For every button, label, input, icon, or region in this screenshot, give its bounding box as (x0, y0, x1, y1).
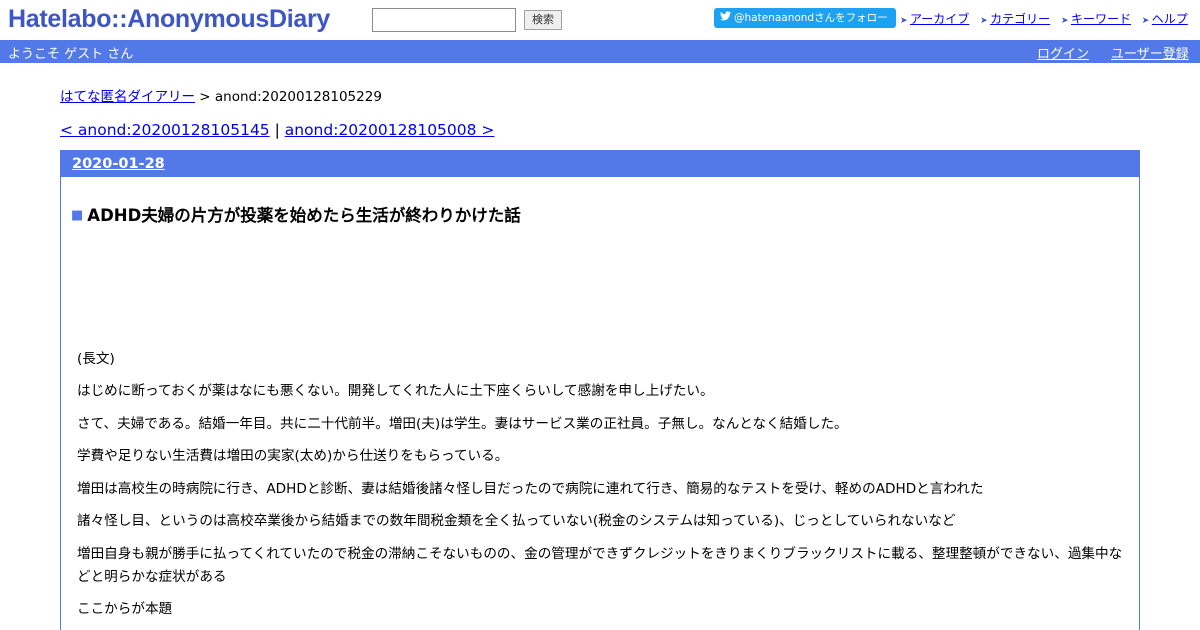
twitter-bird-icon (720, 8, 734, 28)
pager-separator: | (269, 121, 285, 139)
register-link[interactable]: ユーザー登録 (1111, 43, 1189, 62)
entry-paragraph: 増田自身も親が勝手に払ってくれていたので税金の滞納こそないものの、金の管理ができ… (77, 546, 1123, 585)
entry-paragraph: 増田は高校生の時病院に行き、ADHDと診断、妻は結婚後諸々怪し目だったので病院に… (77, 481, 984, 497)
day-section: 2020-01-28 ■ ADHD夫婦の片方が投薬を始めたら生活が終わりかけた話 … (60, 150, 1140, 630)
login-link[interactable]: ログイン (1037, 43, 1089, 62)
welcome-text: ようこそ ゲスト さん (8, 47, 134, 62)
prev-entry-link[interactable]: < anond:20200128105145 (60, 121, 270, 139)
day-header: 2020-01-28 (61, 151, 1139, 177)
breadcrumb-current: anond:20200128105229 (214, 89, 382, 105)
breadcrumb: はてな匿名ダイアリー > anond:20200128105229 (60, 85, 382, 105)
nav-item-archive: ➤ アーカイブ (900, 10, 969, 27)
user-bar: ようこそ ゲスト さん ログイン ユーザー登録 (0, 40, 1200, 63)
nav-link-help[interactable]: ヘルプ (1152, 12, 1188, 26)
follow-button-label: @hatenaanondさんをフォロー (734, 12, 888, 24)
entry-paragraph: さて、夫婦である。結婚一年目。共に二十代前半。増田(夫)は学生。妻はサービス業の… (77, 416, 848, 432)
entry-paragraph: 学費や足りない生活費は増田の実家(太め)から仕送りをもらっている。 (77, 448, 509, 464)
top-navigation: ➤ アーカイブ ➤ カテゴリー ➤ キーワード ➤ ヘルプ (900, 10, 1188, 27)
chevron-right-icon: ➤ (1060, 16, 1069, 26)
nav-item-keyword: ➤ キーワード (1061, 10, 1131, 27)
entry-paragraph: はじめに断っておくが薬はなにも悪くない。開発してくれた人に土下座くらいして感謝を… (77, 383, 714, 399)
search-input[interactable] (372, 8, 516, 32)
search-button[interactable]: 検索 (524, 10, 562, 30)
entry-paragraph: (長文) (77, 351, 115, 367)
date-link[interactable]: 2020-01-28 (72, 156, 165, 172)
twitter-follow-button[interactable]: @hatenaanondさんをフォロー (714, 8, 896, 28)
site-header: Hatelabo::AnonymousDiary 検索 @hatenaanond… (0, 0, 1200, 40)
chevron-right-icon: ➤ (1141, 16, 1150, 26)
breadcrumb-separator: > (195, 89, 215, 105)
chevron-right-icon: ➤ (900, 16, 908, 26)
chevron-right-icon: ➤ (980, 16, 988, 26)
entry-title: ■ ADHD夫婦の片方が投薬を始めたら生活が終わりかけた話 (71, 202, 521, 226)
nav-link-category[interactable]: カテゴリー (990, 12, 1050, 26)
entry-paragraph: ここからが本題 (77, 601, 173, 617)
entry-title-text: ADHD夫婦の片方が投薬を始めたら生活が終わりかけた話 (87, 206, 521, 225)
entry-permalink-square-icon[interactable]: ■ (71, 208, 83, 223)
next-entry-link[interactable]: anond:20200128105008 > (285, 121, 495, 139)
nav-link-archive[interactable]: アーカイブ (910, 12, 969, 26)
entry-pager: < anond:20200128105145 | anond:202001281… (60, 121, 494, 139)
nav-link-keyword[interactable]: キーワード (1071, 12, 1131, 26)
breadcrumb-home-link[interactable]: はてな匿名ダイアリー (60, 89, 195, 105)
entry-paragraph: 諸々怪し目、というのは高校卒業後から結婚までの数年間税金類を全く払っていない(税… (77, 513, 956, 529)
nav-item-category: ➤ カテゴリー (980, 10, 1050, 27)
site-logo[interactable]: Hatelabo::AnonymousDiary (8, 5, 330, 34)
nav-item-help: ➤ ヘルプ (1142, 10, 1188, 27)
